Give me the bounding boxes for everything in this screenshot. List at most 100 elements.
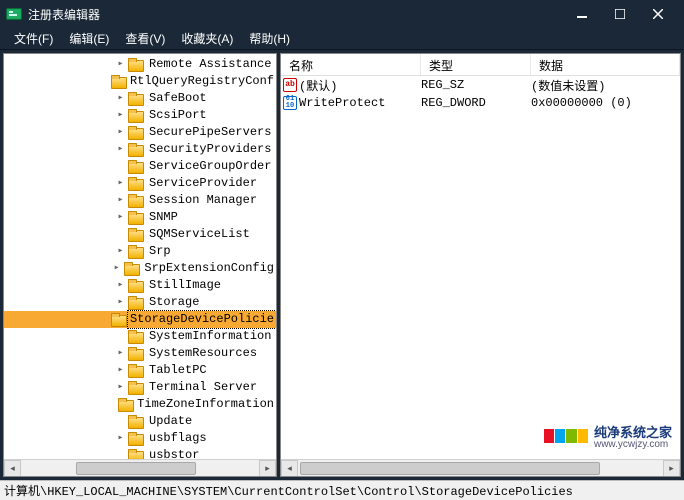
expander-icon[interactable]: ▸	[110, 260, 123, 277]
tree-item[interactable]: ▸ StillImage	[4, 277, 276, 294]
folder-icon	[118, 398, 133, 412]
folder-icon	[128, 126, 144, 140]
tree-item[interactable]: StorageDevicePolicie	[4, 311, 276, 328]
tree-item-label: ServiceProvider	[147, 175, 259, 192]
scroll-thumb[interactable]	[76, 462, 196, 475]
close-button[interactable]	[648, 4, 668, 24]
tree-item-label: RtlQueryRegistryConf	[128, 73, 276, 90]
tree-item-label: StillImage	[147, 277, 223, 294]
tree-item[interactable]: ▸SecurePipeServers	[4, 124, 276, 141]
folder-icon	[124, 262, 139, 276]
maximize-button[interactable]	[610, 4, 630, 24]
content-area: ▸Remote AssistanceRtlQueryRegistryConf▸S…	[0, 50, 684, 480]
expander-icon[interactable]: ▸	[114, 124, 127, 141]
scroll-track[interactable]	[21, 460, 259, 477]
expander-icon[interactable]: ▸	[114, 141, 127, 158]
folder-icon	[128, 364, 144, 378]
menu-favorites[interactable]: 收藏夹(A)	[173, 28, 241, 49]
expander-icon[interactable]: ▸	[114, 345, 127, 362]
tree-item[interactable]: ▸Session Manager	[4, 192, 276, 209]
menu-file[interactable]: 文件(F)	[6, 28, 61, 49]
status-path: 计算机\HKEY_LOCAL_MACHINE\SYSTEM\CurrentCon…	[4, 482, 573, 499]
tree-item[interactable]: Update	[4, 413, 276, 430]
tree-item-label: StorageDevicePolicie	[128, 311, 276, 328]
menu-edit[interactable]: 编辑(E)	[61, 28, 117, 49]
titlebar: 注册表编辑器	[0, 0, 684, 28]
tree-item-label: SystemInformation	[147, 328, 273, 345]
tree-scroll-area[interactable]: ▸Remote AssistanceRtlQueryRegistryConf▸S…	[4, 54, 276, 459]
window-buttons	[572, 4, 678, 24]
scroll-left-arrow[interactable]: ◂	[4, 460, 21, 477]
tree-item[interactable]: ▸ SrpExtensionConfig	[4, 260, 276, 277]
value-type: REG_SZ	[421, 78, 531, 92]
tree-item-label: SafeBoot	[147, 90, 209, 107]
tree-item-label: TimeZoneInformation	[135, 396, 276, 413]
tree-item-label: usbstor	[147, 447, 201, 459]
scroll-left-arrow[interactable]: ◂	[281, 460, 298, 477]
menu-help[interactable]: 帮助(H)	[241, 28, 298, 49]
expander-icon[interactable]: ▸	[114, 362, 127, 379]
expander-icon[interactable]: ▸	[114, 209, 127, 226]
value-row[interactable]: ab(默认)REG_SZ(数值未设置)	[281, 76, 680, 94]
expander-icon[interactable]: ▸	[114, 192, 127, 209]
scroll-track[interactable]	[298, 460, 663, 477]
tree-item-label: ScsiPort	[147, 107, 209, 124]
tree-item[interactable]: RtlQueryRegistryConf	[4, 73, 276, 90]
tree-item[interactable]: ▸SystemResources	[4, 345, 276, 362]
folder-icon	[128, 109, 144, 123]
tree-pane: ▸Remote AssistanceRtlQueryRegistryConf▸S…	[3, 53, 277, 477]
scroll-right-arrow[interactable]: ▸	[663, 460, 680, 477]
tree-item-label: Srp	[147, 243, 173, 260]
expander-icon[interactable]: ▸	[114, 277, 127, 294]
folder-icon	[128, 177, 144, 191]
menubar: 文件(F) 编辑(E) 查看(V) 收藏夹(A) 帮助(H)	[0, 28, 684, 50]
tree-item[interactable]: ServiceGroupOrder	[4, 158, 276, 175]
tree-item-label: SrpExtensionConfig	[142, 260, 276, 277]
expander-icon[interactable]: ▸	[114, 56, 127, 73]
value-row[interactable]: 0110WriteProtectREG_DWORD0x00000000 (0)	[281, 94, 680, 112]
menu-view[interactable]: 查看(V)	[117, 28, 173, 49]
tree-item[interactable]: usbstor	[4, 447, 276, 459]
dword-value-icon: 0110	[281, 96, 299, 110]
tree-item[interactable]: ▸ SafeBoot	[4, 90, 276, 107]
tree-item-label: Storage	[147, 294, 201, 311]
tree-item[interactable]: ▸ ServiceProvider	[4, 175, 276, 192]
tree-item[interactable]: ▸Remote Assistance	[4, 56, 276, 73]
expander-icon[interactable]: ▸	[114, 107, 127, 124]
scroll-right-arrow[interactable]: ▸	[259, 460, 276, 477]
values-header: 名称 类型 数据	[281, 54, 680, 76]
column-data[interactable]: 数据	[531, 54, 680, 75]
value-name: (默认)	[299, 77, 337, 94]
values-horizontal-scrollbar[interactable]: ◂ ▸	[281, 459, 680, 476]
folder-icon	[128, 160, 144, 174]
tree-item[interactable]: ▸ TabletPC	[4, 362, 276, 379]
tree-item[interactable]: SystemInformation	[4, 328, 276, 345]
expander-icon[interactable]: ▸	[114, 294, 127, 311]
folder-icon	[128, 432, 144, 446]
tree-item[interactable]: ▸ Srp	[4, 243, 276, 260]
expander-icon[interactable]: ▸	[114, 430, 127, 447]
scroll-thumb[interactable]	[300, 462, 600, 475]
tree-item[interactable]: ▸ SNMP	[4, 209, 276, 226]
folder-icon	[128, 194, 144, 208]
minimize-button[interactable]	[572, 4, 592, 24]
expander-icon[interactable]: ▸	[114, 90, 127, 107]
column-name[interactable]: 名称	[281, 54, 421, 75]
tree-item[interactable]: ▸ ScsiPort	[4, 107, 276, 124]
folder-icon	[128, 228, 144, 242]
values-pane: 名称 类型 数据 ab(默认)REG_SZ(数值未设置)0110WritePro…	[280, 53, 681, 477]
tree-item[interactable]: ▸Terminal Server	[4, 379, 276, 396]
expander-icon[interactable]: ▸	[114, 175, 127, 192]
tree-item[interactable]: ▸SecurityProviders	[4, 141, 276, 158]
tree-item-label: SNMP	[147, 209, 180, 226]
tree-item[interactable]: ▸ Storage	[4, 294, 276, 311]
expander-icon[interactable]: ▸	[114, 379, 127, 396]
tree-item-label: TabletPC	[147, 362, 209, 379]
expander-icon[interactable]: ▸	[114, 243, 127, 260]
tree-item[interactable]: ▸usbflags	[4, 430, 276, 447]
app-icon	[6, 6, 22, 22]
column-type[interactable]: 类型	[421, 54, 531, 75]
tree-item[interactable]: SQMServiceList	[4, 226, 276, 243]
tree-item[interactable]: TimeZoneInformation	[4, 396, 276, 413]
tree-horizontal-scrollbar[interactable]: ◂ ▸	[4, 459, 276, 476]
